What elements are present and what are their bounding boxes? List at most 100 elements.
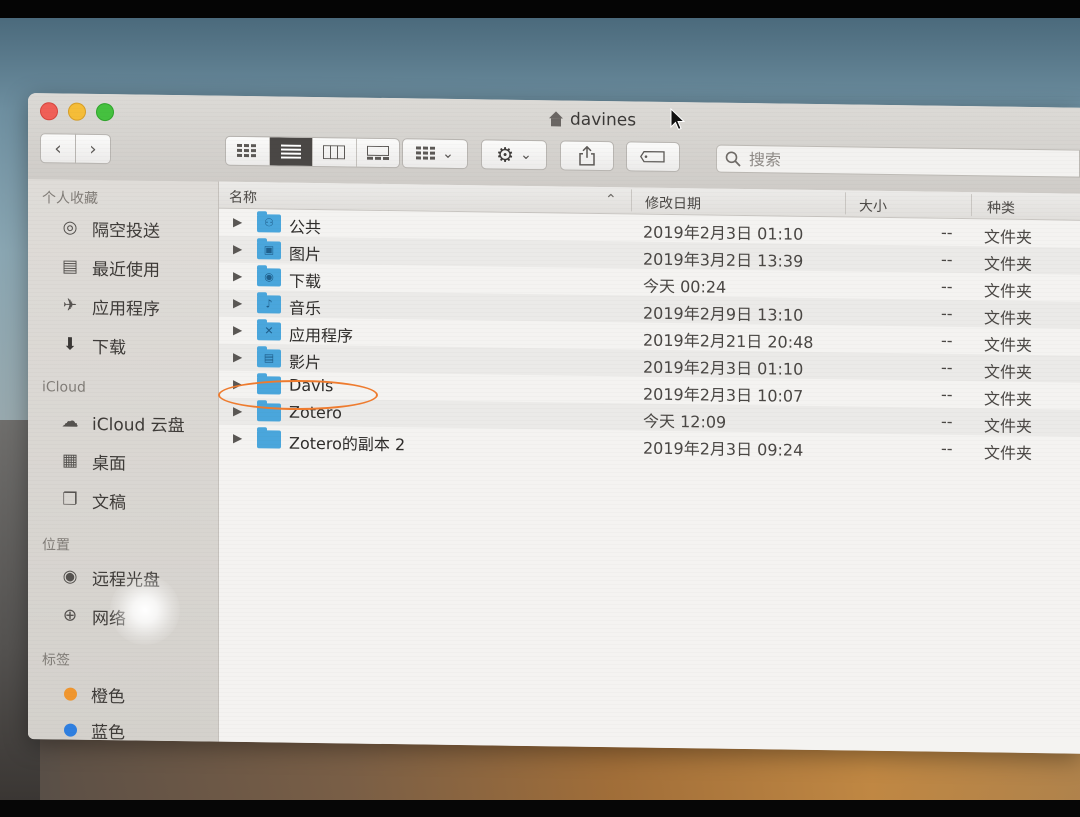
cloud-icon: ☁ xyxy=(61,411,79,432)
sidebar-item-label: iCloud 云盘 xyxy=(92,414,185,436)
list-icon xyxy=(280,144,301,159)
sidebar-item-downloads[interactable]: ⬇ 下载 xyxy=(58,330,126,359)
search-icon xyxy=(725,151,741,167)
file-size: -- xyxy=(941,411,953,431)
sidebar-item-label: 蓝色 xyxy=(91,722,125,743)
column-header-kind[interactable]: 种类 xyxy=(987,197,1015,217)
file-size: -- xyxy=(941,222,953,242)
column-header-modified[interactable]: 修改日期 xyxy=(645,193,701,214)
sidebar-item-airdrop[interactable]: ◎ 隔空投送 xyxy=(58,213,160,242)
gallery-icon xyxy=(366,145,389,161)
minimize-button[interactable] xyxy=(68,102,86,121)
applications-icon: ✈ xyxy=(62,295,78,316)
disclosure-triangle-icon[interactable]: ▶ xyxy=(233,431,242,445)
sort-chevron-up-icon[interactable]: ⌃ xyxy=(605,192,617,208)
photo-bezel-top xyxy=(0,0,1080,18)
disc-icon: ◉ xyxy=(62,566,78,587)
finder-window: davines ‹ › ⌄ ⚙ ⌄ 搜索 个人收藏 ◎ 隔空投送 ▤ 最近使用 … xyxy=(28,93,1080,754)
file-kind: 文件夹 xyxy=(984,416,1033,437)
file-size: -- xyxy=(941,357,953,377)
file-size: -- xyxy=(941,249,953,269)
folder-icon: ▤ xyxy=(257,349,281,368)
icon-view-button[interactable] xyxy=(226,136,270,166)
sidebar-item-applications[interactable]: ✈ 应用程序 xyxy=(58,291,160,320)
group-button[interactable]: ⌄ xyxy=(402,138,468,170)
downloads-icon: ⬇ xyxy=(62,334,78,355)
file-name: 图片 xyxy=(289,244,322,265)
sidebar-item-tag-orange[interactable]: 橙色 xyxy=(58,679,125,708)
sidebar: 个人收藏 ◎ 隔空投送 ▤ 最近使用 ✈ 应用程序 ⬇ 下载 iCloud ☁ … xyxy=(28,179,219,743)
action-button[interactable]: ⚙ ⌄ xyxy=(481,139,547,171)
camera-flash-glare xyxy=(110,575,180,645)
disclosure-triangle-icon[interactable]: ▶ xyxy=(233,215,242,229)
column-header-name[interactable]: 名称 xyxy=(229,187,257,207)
file-modified: 2019年2月3日 01:10 xyxy=(643,357,804,379)
file-kind: 文件夹 xyxy=(984,335,1033,356)
file-kind: 文件夹 xyxy=(984,227,1033,248)
file-name: 应用程序 xyxy=(289,325,354,346)
disclosure-triangle-icon[interactable]: ▶ xyxy=(233,350,242,364)
folder-icon xyxy=(257,430,281,449)
file-modified: 今天 12:09 xyxy=(643,411,727,432)
search-field[interactable] xyxy=(716,144,1080,178)
sidebar-item-label: 下载 xyxy=(92,337,126,358)
gallery-view-button[interactable] xyxy=(357,139,400,168)
disclosure-triangle-icon[interactable]: ▶ xyxy=(233,242,242,256)
sidebar-section-icloud: iCloud xyxy=(42,379,86,396)
close-button[interactable] xyxy=(40,102,58,121)
file-name: Zotero的副本 2 xyxy=(289,433,406,455)
column-header-size[interactable]: 大小 xyxy=(859,196,887,216)
sidebar-item-recents[interactable]: ▤ 最近使用 xyxy=(58,252,160,281)
sidebar-item-label: 桌面 xyxy=(92,453,126,474)
column-view-button[interactable] xyxy=(313,137,357,167)
disclosure-triangle-icon[interactable]: ▶ xyxy=(233,269,242,283)
orange-annotation-ellipse xyxy=(218,380,378,410)
file-modified: 2019年2月3日 09:24 xyxy=(643,438,804,460)
photo-bezel-bottom xyxy=(0,800,1080,817)
file-size: -- xyxy=(941,384,953,404)
file-name: 下载 xyxy=(289,271,322,292)
disclosure-triangle-icon[interactable]: ▶ xyxy=(233,296,242,310)
file-rows: ▶ ⚇ 公共 2019年2月3日 01:10 -- 文件夹 ▶ ▣ 图片 201… xyxy=(219,209,1080,754)
chevron-down-icon: ⌄ xyxy=(442,145,454,162)
folder-icon: ▣ xyxy=(257,241,281,260)
column-divider[interactable] xyxy=(631,189,632,212)
file-name: 影片 xyxy=(289,352,322,373)
file-size: -- xyxy=(941,276,953,296)
disclosure-triangle-icon[interactable]: ▶ xyxy=(233,323,242,337)
network-icon: ⊕ xyxy=(62,605,78,626)
file-kind: 文件夹 xyxy=(984,362,1033,383)
file-modified: 2019年2月9日 13:10 xyxy=(643,303,804,325)
search-input[interactable] xyxy=(747,148,1051,174)
column-divider[interactable] xyxy=(845,192,846,215)
columns-icon xyxy=(323,145,346,160)
file-size: -- xyxy=(941,330,953,350)
sidebar-item-documents[interactable]: ❐ 文稿 xyxy=(58,485,126,514)
column-divider[interactable] xyxy=(971,194,972,217)
sidebar-item-label: 文稿 xyxy=(92,492,126,513)
sidebar-section-tags: 标签 xyxy=(42,652,70,669)
sidebar-item-icloud-drive[interactable]: ☁ iCloud 云盘 xyxy=(58,407,185,437)
chevron-down-icon: ⌄ xyxy=(520,146,532,164)
file-kind: 文件夹 xyxy=(984,389,1033,410)
chevron-left-icon: ‹ xyxy=(54,137,62,159)
zoom-button[interactable] xyxy=(96,102,114,122)
file-kind: 文件夹 xyxy=(984,254,1033,275)
gear-icon: ⚙ xyxy=(496,142,515,167)
disclosure-triangle-icon[interactable]: ▶ xyxy=(233,404,242,418)
list-view-button[interactable] xyxy=(269,137,313,166)
file-modified: 2019年3月2日 13:39 xyxy=(643,249,804,271)
file-modified: 2019年2月3日 10:07 xyxy=(643,384,804,406)
tag-icon xyxy=(640,150,665,163)
share-button[interactable] xyxy=(560,140,614,172)
file-kind: 文件夹 xyxy=(984,281,1033,302)
sidebar-item-label: 隔空投送 xyxy=(92,220,160,242)
forward-button[interactable]: › xyxy=(75,133,111,165)
folder-icon: ♪ xyxy=(257,295,281,314)
sidebar-item-desktop[interactable]: ▦ 桌面 xyxy=(58,446,126,475)
back-button[interactable]: ‹ xyxy=(40,133,76,164)
sidebar-section-favorites: 个人收藏 xyxy=(42,190,98,207)
edit-tags-button[interactable] xyxy=(626,141,680,173)
grid-icon xyxy=(237,143,257,158)
window-title: davines xyxy=(548,108,636,131)
